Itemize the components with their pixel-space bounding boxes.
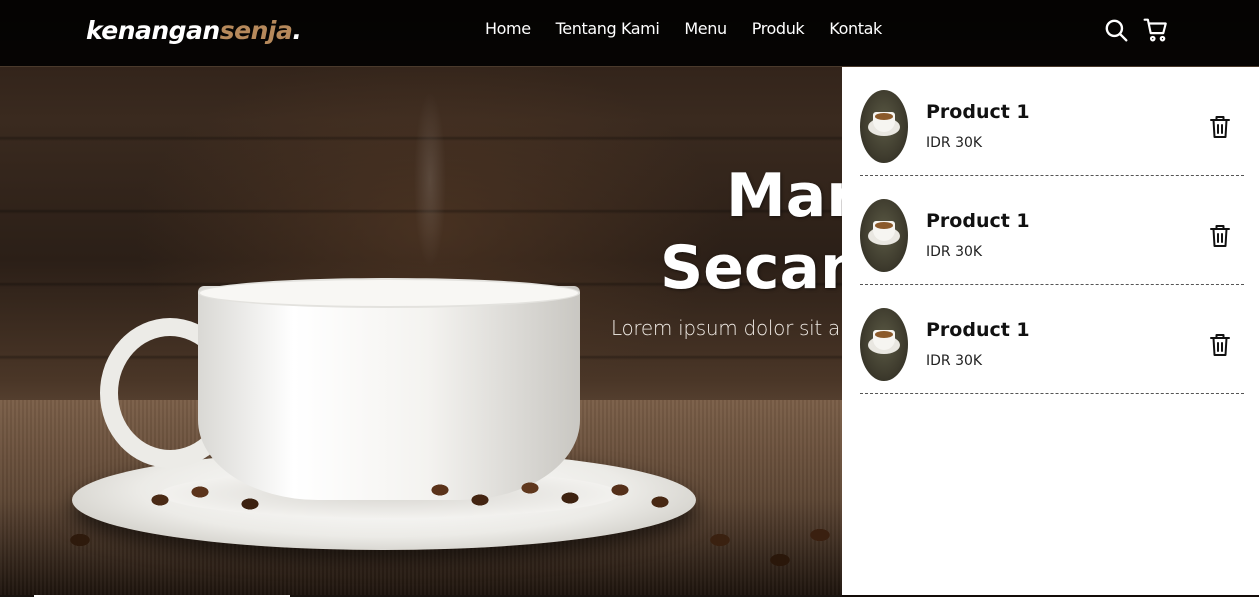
coffee-cup xyxy=(198,286,580,500)
trash-icon[interactable] xyxy=(1209,114,1231,140)
product-image xyxy=(860,90,908,163)
cart-item: Product 1 IDR 30K xyxy=(860,176,1244,285)
hero-subtitle: Lorem ipsum dolor sit am xyxy=(611,316,860,340)
hero-title-line2: Secan xyxy=(660,233,863,303)
navbar: kenangansenja. Home Tentang Kami Menu Pr… xyxy=(0,0,1259,67)
hero-title-line1: Mar xyxy=(726,161,856,231)
product-name: Product 1 xyxy=(926,319,1030,341)
cart-item: Product 1 IDR 30K xyxy=(860,67,1244,176)
product-name: Product 1 xyxy=(926,101,1030,123)
nav-item-home[interactable]: Home xyxy=(485,19,531,38)
nav-menu: Home Tentang Kami Menu Produk Kontak xyxy=(485,19,907,38)
product-price: IDR 30K xyxy=(926,244,983,260)
product-price: IDR 30K xyxy=(926,135,983,151)
steam xyxy=(400,70,460,290)
logo-dot: . xyxy=(292,16,302,45)
cart-item: Product 1 IDR 30K xyxy=(860,285,1244,394)
cup-rim xyxy=(198,278,580,308)
product-price: IDR 30K xyxy=(926,353,983,369)
trash-icon[interactable] xyxy=(1209,332,1231,358)
search-icon[interactable] xyxy=(1103,17,1129,43)
product-image xyxy=(860,308,908,381)
nav-icons xyxy=(1103,17,1169,43)
nav-item-kontak[interactable]: Kontak xyxy=(829,19,882,38)
shopping-cart-panel: Product 1 IDR 30K Product 1 IDR 30K Prod… xyxy=(842,67,1259,595)
nav-item-tentang-kami[interactable]: Tentang Kami xyxy=(556,19,660,38)
cart-icon[interactable] xyxy=(1143,17,1169,43)
product-image xyxy=(860,199,908,272)
logo-part2: senja xyxy=(219,16,293,45)
coffee-beans-foreground xyxy=(20,520,840,597)
trash-icon[interactable] xyxy=(1209,223,1231,249)
page: Mar Secan Lorem ipsum dolor sit am kenan… xyxy=(0,0,1259,597)
product-name: Product 1 xyxy=(926,210,1030,232)
coffee-beans xyxy=(140,470,680,530)
logo[interactable]: kenangansenja. xyxy=(86,16,302,45)
nav-item-produk[interactable]: Produk xyxy=(752,19,805,38)
nav-item-menu[interactable]: Menu xyxy=(684,19,727,38)
logo-part1: kenangan xyxy=(86,16,220,45)
